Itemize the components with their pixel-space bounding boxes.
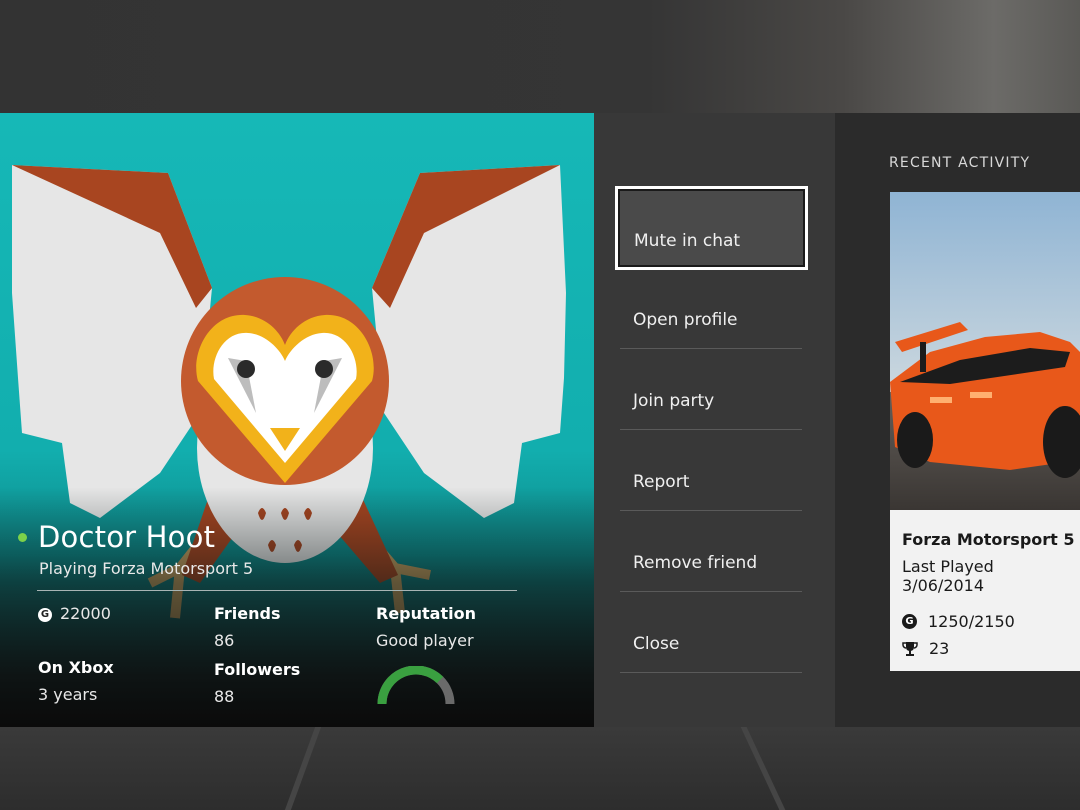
recent-activity-heading: RECENT ACTIVITY bbox=[889, 155, 1031, 171]
on-xbox-stat: On Xbox 3 years bbox=[38, 658, 114, 704]
game-last-played: Last Played 3/06/2014 bbox=[902, 557, 994, 595]
menu-item-report[interactable]: Report bbox=[620, 431, 802, 511]
profile-card: Doctor Hoot Playing Forza Motorsport 5 G… bbox=[0, 113, 594, 727]
menu-item-open-profile[interactable]: Open profile bbox=[620, 269, 802, 349]
menu-item-mute-in-chat[interactable]: Mute in chat bbox=[615, 186, 808, 270]
followers-value: 88 bbox=[214, 687, 235, 706]
game-title: Forza Motorsport 5 bbox=[902, 530, 1075, 549]
gamertag: Doctor Hoot bbox=[38, 520, 216, 554]
game-achievements: 23 bbox=[902, 639, 949, 658]
reputation-stat: Reputation Good player bbox=[376, 604, 476, 650]
menu-item-label: Close bbox=[633, 634, 680, 654]
on-xbox-label: On Xbox bbox=[38, 658, 114, 677]
menu-item-label: Mute in chat bbox=[634, 231, 741, 251]
presence-status: Playing Forza Motorsport 5 bbox=[39, 559, 254, 578]
reputation-gauge-icon bbox=[377, 666, 455, 705]
friends-label: Friends bbox=[214, 604, 281, 623]
online-dot-icon bbox=[18, 532, 27, 542]
followers-stat: Followers 88 bbox=[214, 660, 300, 706]
action-menu: Mute in chat Open profile Join party Report… bbox=[594, 113, 835, 727]
on-xbox-value: 3 years bbox=[38, 685, 98, 704]
background-top bbox=[0, 0, 1080, 113]
game-achievements-value: 23 bbox=[929, 639, 950, 658]
friends-stat: Friends 86 bbox=[214, 604, 281, 650]
trophy-icon bbox=[902, 641, 918, 656]
gamerscore-icon: G bbox=[902, 614, 917, 629]
recent-activity-panel: RECENT ACTIVITY Forza Motorsport 5 Last … bbox=[835, 113, 1080, 727]
game-art-image bbox=[890, 192, 1080, 510]
game-tile-forza[interactable]: Forza Motorsport 5 Last Played 3/06/2014… bbox=[890, 192, 1080, 671]
menu-item-label: Open profile bbox=[633, 310, 738, 330]
road-line bbox=[740, 727, 786, 810]
gamerscore-stat: G 22000 bbox=[38, 604, 111, 623]
menu-item-close[interactable]: Close bbox=[620, 593, 802, 673]
gamerscore-value: 22000 bbox=[60, 604, 111, 623]
menu-item-label: Report bbox=[633, 472, 690, 492]
menu-item-label: Remove friend bbox=[633, 553, 758, 573]
background-bottom bbox=[0, 727, 1080, 810]
reputation-label: Reputation bbox=[376, 604, 476, 623]
reputation-value: Good player bbox=[376, 631, 474, 650]
menu-item-join-party[interactable]: Join party bbox=[620, 350, 802, 430]
game-gamerscore: G 1250/2150 bbox=[902, 612, 1015, 631]
gamerscore-icon: G bbox=[38, 607, 52, 622]
game-gamerscore-value: 1250/2150 bbox=[928, 612, 1015, 631]
road-line bbox=[284, 727, 322, 810]
followers-label: Followers bbox=[214, 660, 301, 679]
friends-value: 86 bbox=[214, 631, 235, 650]
gamertag-row: Doctor Hoot bbox=[18, 520, 215, 554]
divider bbox=[37, 590, 517, 591]
menu-item-remove-friend[interactable]: Remove friend bbox=[620, 512, 802, 592]
menu-item-label: Join party bbox=[633, 391, 715, 411]
